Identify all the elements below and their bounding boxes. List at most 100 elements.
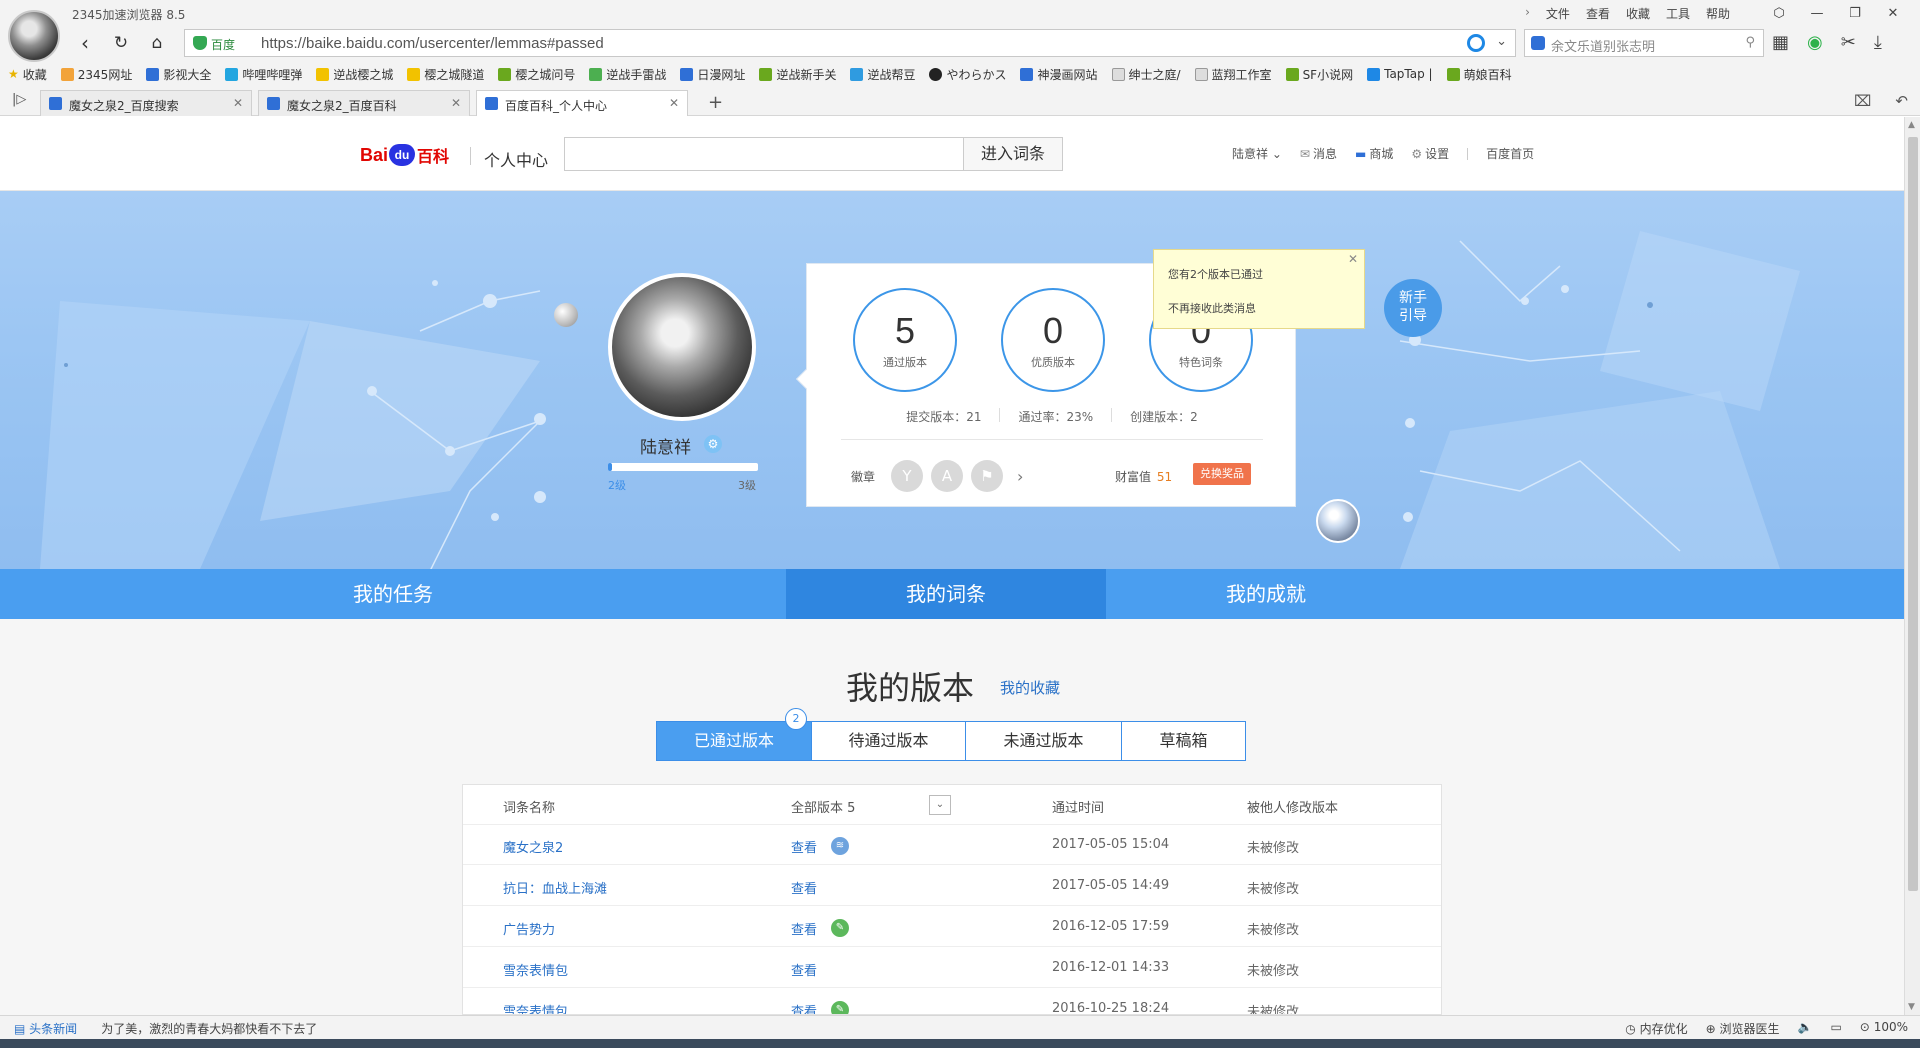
zoom-level[interactable]: ⊙ 100%	[1860, 1020, 1908, 1037]
speaker-icon[interactable]: 🔈	[1798, 1020, 1813, 1037]
headline-news-link[interactable]: ▤ 头条新闻	[14, 1020, 77, 1037]
scissors-icon[interactable]: ✂	[1841, 32, 1856, 53]
back-icon[interactable]: ‹	[72, 30, 98, 56]
memory-optimize[interactable]: ◷ 内存优化	[1625, 1020, 1687, 1037]
bookmark-item[interactable]: ★ 收藏	[8, 64, 47, 84]
close-icon[interactable]: ✕	[233, 96, 243, 110]
badge-y-icon[interactable]: Y	[891, 460, 924, 492]
enter-lemma-button[interactable]: 进入词条	[963, 137, 1063, 171]
view-link[interactable]: 查看	[791, 1001, 817, 1014]
reload-icon[interactable]: ↻	[108, 30, 134, 56]
close-window-button[interactable]: ✕	[1874, 2, 1912, 26]
clean-icon[interactable]: ⌧	[1854, 92, 1871, 110]
headline-text[interactable]: 为了美，激烈的青春大妈都快看不下去了	[101, 1020, 317, 1037]
floating-avatar[interactable]	[1316, 499, 1360, 543]
lemma-link[interactable]: 抗日：血战上海滩	[503, 878, 607, 897]
tab-my-lemmas[interactable]: 我的词条	[786, 569, 1106, 619]
window-icon[interactable]: ▭	[1830, 1020, 1841, 1037]
bookmark-item[interactable]: 2345网址	[60, 64, 132, 84]
bookmark-item[interactable]: SF小说网	[1285, 64, 1353, 84]
menu-file[interactable]: 文件	[1546, 5, 1570, 22]
profile-username[interactable]: 陆意祥	[640, 433, 691, 458]
browser-tab[interactable]: 魔女之泉2_百度百科 ✕	[258, 90, 470, 116]
view-link[interactable]: 查看	[791, 837, 817, 856]
bookmark-item[interactable]: 影视大全	[146, 64, 211, 84]
my-favorites-link[interactable]: 我的收藏	[1000, 677, 1060, 698]
address-bar[interactable]: 百度 https://baike.baidu.com/usercenter/le…	[184, 29, 1516, 57]
bookmark-item[interactable]: 哔哩哔哩弹	[225, 64, 302, 84]
browser-tab-active[interactable]: 百度百科_个人中心 ✕	[476, 90, 688, 116]
bookmark-item[interactable]: 逆战新手关	[759, 64, 836, 84]
chevron-right-icon[interactable]: ›	[1017, 467, 1023, 486]
lemma-link[interactable]: 魔女之泉2	[503, 837, 563, 856]
browser-tab[interactable]: 魔女之泉2_百度搜索 ✕	[40, 90, 252, 116]
menu-tools[interactable]: 工具	[1666, 5, 1690, 22]
filter-rejected[interactable]: 未通过版本	[966, 721, 1122, 761]
download-icon[interactable]: ⤓	[1874, 32, 1882, 53]
apps-grid-icon[interactable]: ▦	[1772, 32, 1789, 53]
browser-user-avatar[interactable]	[8, 10, 60, 62]
tab-my-tasks[interactable]: 我的任务	[0, 569, 786, 619]
close-icon[interactable]: ✕	[669, 96, 679, 110]
bookmark-item[interactable]: 樱之城问号	[498, 64, 575, 84]
bookmark-item[interactable]: 萌娘百科	[1446, 64, 1512, 84]
address-dropdown-icon[interactable]: ⌄	[1496, 34, 1507, 49]
scroll-thumb[interactable]	[1908, 137, 1918, 891]
bookmark-item[interactable]: 蓝翔工作室	[1194, 64, 1272, 84]
undo-icon[interactable]: ↶	[1895, 92, 1908, 110]
view-link[interactable]: 查看	[791, 960, 817, 979]
user-menu[interactable]: 陆意祥 ⌄	[1232, 145, 1282, 162]
redeem-button[interactable]: 兑换奖品	[1193, 463, 1251, 485]
badge-a-icon[interactable]: A	[931, 460, 964, 492]
close-icon[interactable]: ✕	[451, 96, 461, 110]
ie-mode-icon[interactable]	[1467, 34, 1485, 52]
view-link[interactable]: 查看	[791, 878, 817, 897]
page-scrollbar[interactable]: ▲ ▼	[1904, 117, 1920, 1015]
restore-button[interactable]: ❐	[1836, 2, 1874, 26]
browser-doctor[interactable]: ⊕ 浏览器医生	[1706, 1020, 1780, 1037]
new-tab-icon[interactable]: +	[708, 92, 723, 113]
scroll-up-icon[interactable]: ▲	[1908, 120, 1915, 130]
lemma-link[interactable]: 雪奈表情包	[503, 1001, 568, 1014]
bookmark-item[interactable]: 逆战帮豆	[850, 64, 915, 84]
bookmark-item[interactable]: 绅士之庭/	[1111, 64, 1181, 84]
filter-drafts[interactable]: 草稿箱	[1122, 721, 1246, 761]
bookmark-item[interactable]: 日漫网址	[680, 64, 745, 84]
stat-passed[interactable]: 5 通过版本	[853, 288, 957, 392]
badge-flag-icon[interactable]: ⚑	[971, 460, 1004, 492]
scroll-down-icon[interactable]: ▼	[1908, 1002, 1915, 1012]
view-link[interactable]: 查看	[791, 919, 817, 938]
menu-chevron-icon[interactable]: ›	[1525, 5, 1530, 22]
browser-search-input[interactable]: 余文乐道别张志明 ⚲	[1524, 29, 1764, 57]
bookmark-item[interactable]: 樱之城隧道	[407, 64, 484, 84]
notice-unsubscribe-link[interactable]: 不再接收此类消息	[1168, 300, 1256, 316]
bookmark-item[interactable]: TapTap |	[1367, 64, 1433, 84]
tab-my-achievements[interactable]: 我的成就	[1106, 569, 1426, 619]
user-avatar[interactable]	[608, 273, 756, 421]
skin-icon[interactable]: ⬡	[1760, 2, 1798, 26]
newbie-guide-button[interactable]: 新手 引导	[1384, 279, 1442, 337]
lemma-search-input[interactable]	[564, 137, 964, 171]
sidebar-toggle-icon[interactable]: |▷	[12, 92, 26, 107]
minimize-button[interactable]: —	[1798, 2, 1836, 26]
url-text[interactable]: https://baike.baidu.com/usercenter/lemma…	[261, 35, 604, 52]
bookmark-item[interactable]: 逆战樱之城	[316, 64, 393, 84]
close-icon[interactable]: ✕	[1348, 252, 1358, 266]
baidu-baike-logo[interactable]: Bai du 百科	[360, 143, 449, 167]
profile-settings-icon[interactable]: ⚙	[704, 435, 722, 453]
menu-help[interactable]: 帮助	[1706, 5, 1730, 22]
messages-link[interactable]: ✉ 消息	[1300, 145, 1337, 162]
bookmark-item[interactable]: 神漫画网站	[1020, 64, 1098, 84]
accelerate-icon[interactable]: ◉	[1807, 32, 1823, 53]
menu-favorites[interactable]: 收藏	[1626, 5, 1650, 22]
home-icon[interactable]: ⌂	[144, 30, 170, 56]
baidu-home-link[interactable]: 百度首页	[1486, 145, 1534, 162]
filter-pending[interactable]: 待通过版本	[812, 721, 966, 761]
stat-quality[interactable]: 0 优质版本	[1001, 288, 1105, 392]
menu-view[interactable]: 查看	[1586, 5, 1610, 22]
lemma-link[interactable]: 广告势力	[503, 919, 555, 938]
version-filter-dropdown[interactable]: ⌄	[929, 795, 951, 815]
bookmark-item[interactable]: やわらかス	[929, 64, 1006, 84]
mall-link[interactable]: ▬ 商城	[1355, 145, 1393, 162]
settings-link[interactable]: ⚙ 设置	[1411, 145, 1449, 162]
